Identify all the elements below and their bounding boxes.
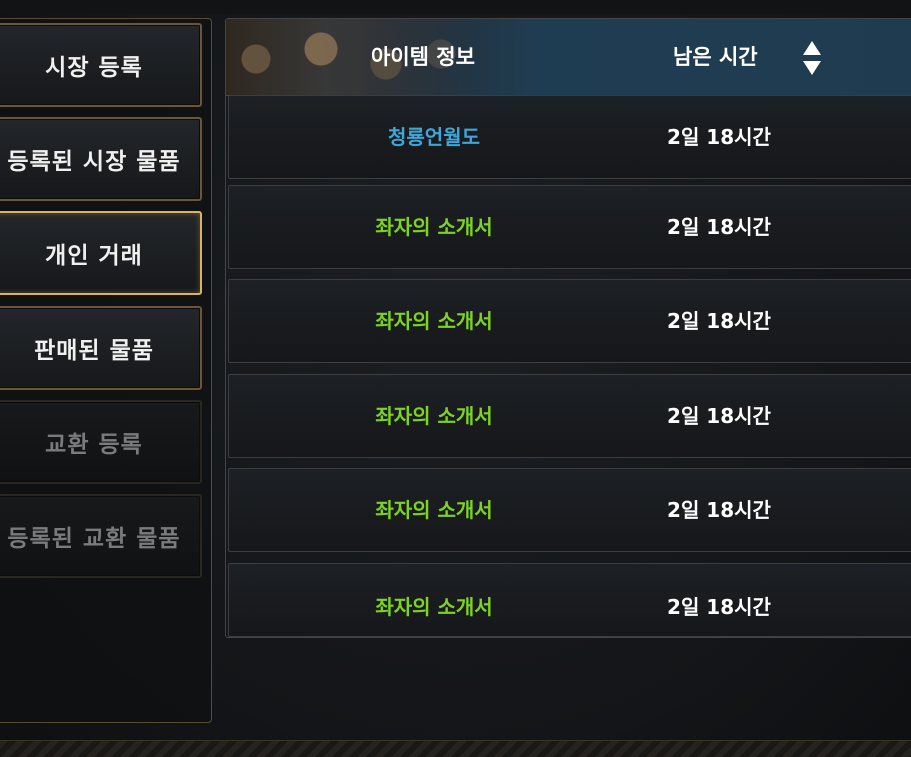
menu-button-label: 판매된 물품 [34, 338, 154, 364]
table-row[interactable]: 좌자의 소개서 2일 18시간 [228, 279, 911, 363]
item-name: 좌자의 소개서 [375, 215, 493, 239]
menu-button-label: 시장 등록 [45, 55, 143, 81]
menu-button-registered-market-items[interactable]: 등록된 시장 물품 [0, 117, 202, 201]
menu-button-label: 교환 등록 [45, 432, 143, 458]
time-left: 2일 18시간 [667, 125, 771, 149]
menu-button-exchange-register[interactable]: 교환 등록 [0, 400, 202, 484]
table-row[interactable]: 좌자의 소개서 2일 18시간 [228, 185, 911, 269]
item-name: 청룡언월도 [388, 125, 480, 149]
table-row[interactable]: 좌자의 소개서 2일 18시간 [228, 563, 911, 637]
time-left: 2일 18시간 [667, 595, 771, 619]
menu-button-label: 등록된 교환 물품 [7, 526, 181, 552]
item-name: 좌자의 소개서 [375, 404, 493, 428]
menu-button-label: 등록된 시장 물품 [7, 149, 181, 175]
time-left: 2일 18시간 [667, 404, 771, 428]
menu-button-private-trade[interactable]: 개인 거래 [0, 211, 202, 295]
item-name: 좌자의 소개서 [375, 309, 493, 333]
table-row[interactable]: 좌자의 소개서 2일 18시간 [228, 374, 911, 458]
menu-button-registered-exchange-items[interactable]: 등록된 교환 물품 [0, 494, 202, 578]
table-row[interactable]: 청룡언월도 2일 18시간 [228, 95, 911, 179]
menu-button-sold-items[interactable]: 판매된 물품 [0, 306, 202, 390]
time-left: 2일 18시간 [667, 309, 771, 333]
item-name: 좌자의 소개서 [375, 595, 493, 619]
column-header-item-info: 아이템 정보 [371, 45, 475, 69]
menu-button-market-register[interactable]: 시장 등록 [0, 23, 202, 107]
table-row[interactable]: 좌자의 소개서 2일 18시간 [228, 468, 911, 552]
time-left: 2일 18시간 [667, 498, 771, 522]
top-frame [0, 0, 911, 14]
menu-button-label: 개인 거래 [45, 243, 143, 269]
time-left: 2일 18시간 [667, 215, 771, 239]
item-table: 아이템 정보 남은 시간 청룡언월도 2일 18시간 좌자의 소개서 2일 18… [225, 18, 911, 638]
bottom-frame [0, 740, 911, 757]
column-header-time-left[interactable]: 남은 시간 [673, 19, 758, 95]
sort-updown-icon[interactable] [801, 39, 823, 77]
item-name: 좌자의 소개서 [375, 498, 493, 522]
table-header: 아이템 정보 남은 시간 [226, 19, 911, 96]
